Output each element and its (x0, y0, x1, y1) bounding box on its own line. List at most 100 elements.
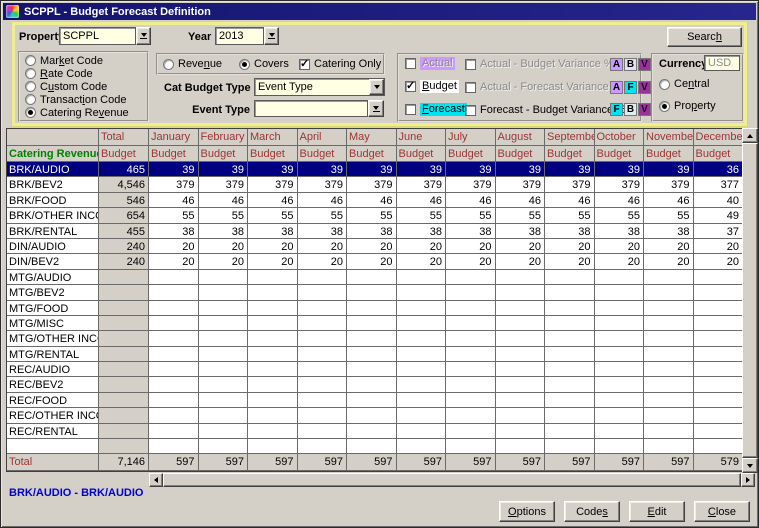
cat-budget-type-combo[interactable]: Event Type (254, 78, 385, 96)
month-value-cell-september[interactable] (545, 393, 595, 408)
month-value-cell-january[interactable] (149, 331, 199, 346)
month-value-cell-april[interactable]: 379 (298, 177, 348, 192)
month-value-cell-february[interactable] (199, 347, 249, 362)
month-value-cell-june[interactable]: 46 (397, 193, 447, 208)
year-lov-button[interactable] (264, 27, 279, 45)
row-label-cell[interactable]: MTG/AUDIO (7, 270, 99, 285)
month-value-cell-may[interactable]: 46 (347, 193, 397, 208)
total-value-cell[interactable] (99, 347, 149, 362)
month-value-cell-september[interactable] (545, 316, 595, 331)
month-value-cell-january[interactable] (149, 301, 199, 316)
month-value-cell-september[interactable] (545, 377, 595, 392)
month-value-cell-july[interactable] (446, 424, 496, 439)
row-label-cell[interactable]: REC/RENTAL (7, 424, 99, 439)
month-value-cell-december[interactable] (694, 270, 744, 285)
month-value-cell-february[interactable]: 55 (199, 208, 249, 223)
month-value-cell-april[interactable]: 20 (298, 239, 348, 254)
month-value-cell-august[interactable] (496, 393, 546, 408)
month-value-cell-january[interactable] (149, 270, 199, 285)
month-value-cell-may[interactable] (347, 347, 397, 362)
month-value-cell-july[interactable] (446, 316, 496, 331)
catering-only-checkbox[interactable]: ✓ Catering Only (299, 58, 381, 70)
grid-row-rec-other-income[interactable]: REC/OTHER INCOME (7, 408, 743, 423)
month-value-cell-january[interactable] (149, 393, 199, 408)
year-input[interactable]: 2013 (215, 27, 264, 45)
actual-forecast-variance-checkbox[interactable]: ✓ Actual - Forecast Variance % (465, 81, 622, 93)
month-value-cell-october[interactable] (595, 270, 645, 285)
month-value-cell-august[interactable] (496, 408, 546, 423)
month-value-cell-november[interactable] (644, 270, 694, 285)
month-value-cell-november[interactable]: 379 (644, 177, 694, 192)
month-value-cell-november[interactable] (644, 285, 694, 300)
row-label-cell[interactable]: REC/OTHER INCOME (7, 408, 99, 423)
month-value-cell-april[interactable]: 20 (298, 254, 348, 269)
month-value-cell-october[interactable] (595, 347, 645, 362)
total-value-cell[interactable]: 455 (99, 224, 149, 239)
month-value-cell-may[interactable] (347, 424, 397, 439)
month-value-cell-may[interactable] (347, 377, 397, 392)
month-value-cell-november[interactable] (644, 377, 694, 392)
codes-button[interactable]: Codes (564, 501, 620, 522)
title-bar[interactable]: SCPPL - Budget Forecast Definition (3, 3, 756, 20)
month-value-cell-february[interactable] (199, 285, 249, 300)
grid-row-rec-food[interactable]: REC/FOOD (7, 393, 743, 408)
row-label-cell[interactable]: BRK/BEV2 (7, 177, 99, 192)
month-value-cell-january[interactable]: 20 (149, 254, 199, 269)
month-value-cell-may[interactable] (347, 408, 397, 423)
total-value-cell[interactable] (99, 316, 149, 331)
month-value-cell-march[interactable] (248, 316, 298, 331)
grid-row-rec-bev2[interactable]: REC/BEV2 (7, 377, 743, 392)
month-value-cell-may[interactable]: 39 (347, 162, 397, 177)
month-value-cell-april[interactable] (298, 285, 348, 300)
month-value-cell-may[interactable]: 38 (347, 224, 397, 239)
row-label-cell[interactable] (7, 439, 99, 454)
month-value-cell-december[interactable] (694, 408, 744, 423)
row-label-cell[interactable]: REC/AUDIO (7, 362, 99, 377)
month-value-cell-february[interactable]: 379 (199, 177, 249, 192)
month-value-cell-june[interactable]: 39 (397, 162, 447, 177)
options-button[interactable]: Options (499, 501, 555, 522)
month-value-cell-december[interactable]: 40 (694, 193, 744, 208)
total-value-cell[interactable]: 465 (99, 162, 149, 177)
grid-row-mtg-other-income[interactable]: MTG/OTHER INCOME (7, 331, 743, 346)
month-value-cell-may[interactable] (347, 301, 397, 316)
month-value-cell-january[interactable] (149, 424, 199, 439)
event-type-input[interactable] (254, 100, 368, 117)
scroll-left-button[interactable] (149, 473, 163, 487)
month-value-cell-january[interactable] (149, 377, 199, 392)
month-value-cell-october[interactable] (595, 377, 645, 392)
month-value-cell-march[interactable]: 20 (248, 254, 298, 269)
month-value-cell-october[interactable] (595, 408, 645, 423)
total-value-cell[interactable] (99, 285, 149, 300)
month-value-cell-august[interactable] (496, 439, 546, 454)
month-value-cell-april[interactable] (298, 424, 348, 439)
grid-row-empty[interactable] (7, 439, 743, 454)
total-value-cell[interactable] (99, 393, 149, 408)
month-value-cell-march[interactable]: 55 (248, 208, 298, 223)
month-value-cell-september[interactable]: 46 (545, 193, 595, 208)
month-value-cell-april[interactable]: 55 (298, 208, 348, 223)
month-value-cell-november[interactable] (644, 362, 694, 377)
month-value-cell-february[interactable] (199, 408, 249, 423)
month-value-cell-november[interactable]: 39 (644, 162, 694, 177)
month-value-cell-november[interactable] (644, 301, 694, 316)
month-value-cell-august[interactable]: 39 (496, 162, 546, 177)
month-value-cell-august[interactable]: 20 (496, 254, 546, 269)
total-value-cell[interactable] (99, 362, 149, 377)
month-value-cell-november[interactable] (644, 347, 694, 362)
month-value-cell-june[interactable]: 20 (397, 239, 447, 254)
row-label-cell[interactable]: MTG/OTHER INCOME (7, 331, 99, 346)
total-value-cell[interactable]: 240 (99, 254, 149, 269)
month-value-cell-august[interactable]: 46 (496, 193, 546, 208)
month-value-cell-may[interactable]: 379 (347, 177, 397, 192)
month-value-cell-december[interactable] (694, 377, 744, 392)
month-value-cell-september[interactable]: 379 (545, 177, 595, 192)
grid-row-din-bev2[interactable]: DIN/BEV2240202020202020202020202020 (7, 254, 743, 269)
row-label-cell[interactable]: BRK/RENTAL (7, 224, 99, 239)
month-value-cell-september[interactable]: 20 (545, 239, 595, 254)
month-value-cell-march[interactable] (248, 377, 298, 392)
row-label-cell[interactable]: REC/FOOD (7, 393, 99, 408)
month-value-cell-november[interactable] (644, 331, 694, 346)
grid-row-din-audio[interactable]: DIN/AUDIO240202020202020202020202020 (7, 239, 743, 254)
vertical-scrollbar[interactable] (742, 128, 758, 473)
